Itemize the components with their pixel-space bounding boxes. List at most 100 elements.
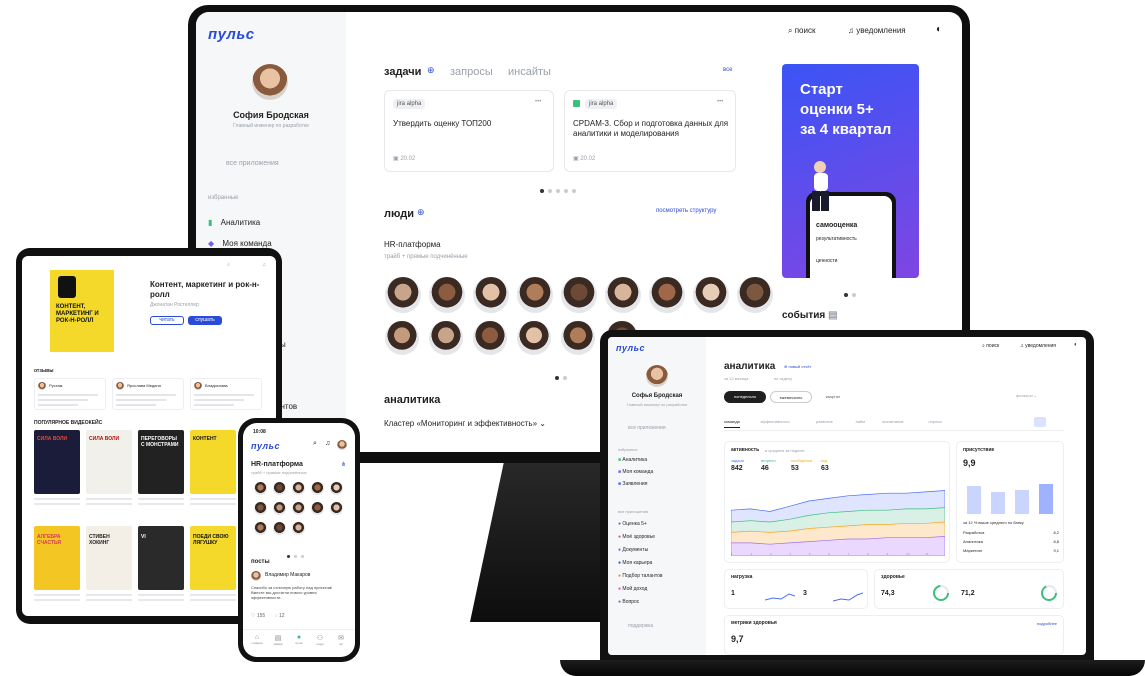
person-avatar[interactable] xyxy=(253,501,268,516)
sidebar-item-analytics[interactable]: ▮ Аналитика xyxy=(208,218,260,227)
person-avatar[interactable] xyxy=(291,481,306,496)
carousel-dots[interactable] xyxy=(538,180,578,198)
person-avatar[interactable] xyxy=(291,521,306,536)
person-avatar[interactable] xyxy=(291,501,306,516)
review-card[interactable]: Рустам xyxy=(34,378,106,410)
sidebar-item[interactable]: ● Моё здоровье xyxy=(618,534,698,540)
filter-select[interactable]: по отделу xyxy=(774,376,792,381)
more-icon[interactable]: ••• xyxy=(535,99,541,105)
all-apps-link[interactable]: все приложения xyxy=(226,160,279,167)
nav-item-2[interactable]: ● пульс xyxy=(289,634,309,645)
sidebar-item[interactable]: ● Вопрос xyxy=(618,599,698,605)
structure-icon[interactable]: ⋔ xyxy=(341,461,346,468)
listen-button[interactable]: слушать xyxy=(188,316,222,325)
person-avatar[interactable] xyxy=(310,481,325,496)
person-avatar[interactable] xyxy=(253,521,268,536)
book-cover[interactable]: СТИВЕН ХОКИНГ xyxy=(86,526,132,590)
sidebar-item[interactable]: ● Мой доход xyxy=(618,586,698,592)
person-avatar[interactable] xyxy=(329,501,344,516)
nav-item-4[interactable]: ✉ чат xyxy=(331,634,351,646)
book-cover[interactable]: АЛГЕБРА СЧАСТЬЯ xyxy=(34,526,80,590)
avatar[interactable] xyxy=(646,365,668,387)
sidebar-item[interactable]: ● Оценка 5+ xyxy=(618,521,698,527)
sub-tab[interactable]: воспитание xyxy=(882,419,903,427)
sidebar-item[interactable]: ● Подбор талантов xyxy=(618,573,698,579)
promo-dots[interactable] xyxy=(842,284,858,302)
bell-icon[interactable]: ♫ xyxy=(262,262,266,268)
book-cover[interactable]: ПЕРЕГОВОРЫ С МОНСТРАМИ xyxy=(138,430,184,494)
person-avatar[interactable] xyxy=(272,501,287,516)
calendar-icon[interactable]: ▤ xyxy=(828,310,837,321)
avatar[interactable] xyxy=(252,64,288,100)
filters-button[interactable]: фильтры ⌄ xyxy=(1016,393,1037,398)
period-pill[interactable]: квартал xyxy=(816,391,850,403)
book-cover[interactable]: СИЛА ВОЛИ xyxy=(86,430,132,494)
people-dots[interactable] xyxy=(285,545,306,563)
person-avatar[interactable] xyxy=(384,320,420,356)
person-avatar[interactable] xyxy=(604,276,642,314)
heart-icon[interactable]: ♡ xyxy=(251,613,255,619)
new-report-link[interactable]: ⊕ новый отчёт xyxy=(784,364,811,369)
notifications-button[interactable]: ♫ уведомления xyxy=(1020,343,1056,349)
tab-insights[interactable]: инсайты xyxy=(508,66,551,78)
period-pill[interactable]: ежемесячно xyxy=(770,391,812,403)
person-avatar[interactable] xyxy=(253,481,268,496)
person-avatar[interactable] xyxy=(648,276,686,314)
avatar[interactable] xyxy=(251,571,261,581)
review-card[interactable]: Ярослава Медина xyxy=(112,378,184,410)
person-avatar[interactable] xyxy=(472,276,510,314)
sub-tab[interactable]: найм xyxy=(856,419,865,427)
nav-item-1[interactable]: ▤ заявки xyxy=(268,634,288,646)
tab-tasks[interactable]: задачи xyxy=(384,66,421,78)
sidebar-item[interactable]: ● Документы xyxy=(618,547,698,553)
book-cover[interactable]: ПОЕДИ СВОЮ ЛЯГУШКУ xyxy=(190,526,236,590)
logo[interactable]: пульс xyxy=(208,26,255,43)
task-card[interactable]: jira alpha ••• CPDAM-3. Сбор и подготовк… xyxy=(564,90,736,172)
person-avatar[interactable] xyxy=(472,320,508,356)
read-button[interactable]: читать xyxy=(150,316,184,325)
view-structure-link[interactable]: посмотреть структуру xyxy=(656,208,716,214)
add-task-icon[interactable]: ⊕ xyxy=(427,65,435,76)
person-avatar[interactable] xyxy=(560,320,596,356)
logo[interactable]: пульс xyxy=(616,343,645,353)
person-avatar[interactable] xyxy=(310,501,325,516)
person-avatar[interactable] xyxy=(516,276,554,314)
nav-item-3[interactable]: ⚇ люди xyxy=(310,634,330,646)
search-button[interactable]: ⌕ поиск xyxy=(982,343,999,349)
person-avatar[interactable] xyxy=(272,521,287,536)
search-button[interactable]: ⌕ поиск xyxy=(788,26,815,36)
add-person-icon[interactable]: ⊕ xyxy=(417,207,425,218)
cluster-select[interactable]: Кластер «Мониторинг и эффективность» ⌄ xyxy=(384,419,546,428)
book-cover[interactable]: VI xyxy=(138,526,184,590)
review-card[interactable]: Владислава xyxy=(190,378,262,410)
sidebar-item[interactable]: ■ Моя команда xyxy=(618,469,698,475)
sub-tab[interactable]: опросы xyxy=(928,419,942,427)
person-avatar[interactable] xyxy=(272,481,287,496)
all-apps-link[interactable]: все приложения xyxy=(628,425,666,431)
person-avatar[interactable] xyxy=(736,276,774,314)
grid-view-icon[interactable] xyxy=(1034,417,1046,427)
sidebar-item[interactable]: ■ Заявления xyxy=(618,481,698,487)
tab-requests[interactable]: запросы xyxy=(450,66,493,78)
period-select[interactable]: за 12 месяца xyxy=(724,376,748,381)
book-cover[interactable]: КОНТЕНТ, МАРКЕТИНГ И РОК-Н-РОЛЛ xyxy=(50,270,114,352)
person-avatar[interactable] xyxy=(329,481,344,496)
sub-tab[interactable]: команда xyxy=(724,419,740,428)
search-icon[interactable]: ⌕ xyxy=(227,262,230,268)
sub-tab[interactable]: эффективность xyxy=(760,419,789,427)
book-cover[interactable]: СИЛА ВОЛИ xyxy=(34,430,80,494)
person-avatar[interactable] xyxy=(428,276,466,314)
bottom-link[interactable]: подробнее xyxy=(1037,621,1057,626)
sidebar-item[interactable]: ■ Аналитика xyxy=(618,457,698,463)
bell-icon[interactable]: ♫ xyxy=(325,440,330,447)
sidebar-item[interactable]: ● Моя карьера xyxy=(618,560,698,566)
sidebar-item-team[interactable]: ◆ Моя команда xyxy=(208,239,272,248)
nav-item-0[interactable]: ⌂ главная xyxy=(247,634,267,645)
theme-toggle-icon[interactable]: ◐ xyxy=(936,24,942,35)
book-cover[interactable]: КОНТЕНТ xyxy=(190,430,236,494)
people-dots[interactable] xyxy=(553,367,569,385)
comment-icon[interactable]: ◌ xyxy=(275,613,278,619)
task-card[interactable]: jira alpha ••• Утвердить оценку ТОП200 ▣… xyxy=(384,90,554,172)
avatar[interactable] xyxy=(337,440,347,450)
logo[interactable]: пульс xyxy=(251,441,280,451)
